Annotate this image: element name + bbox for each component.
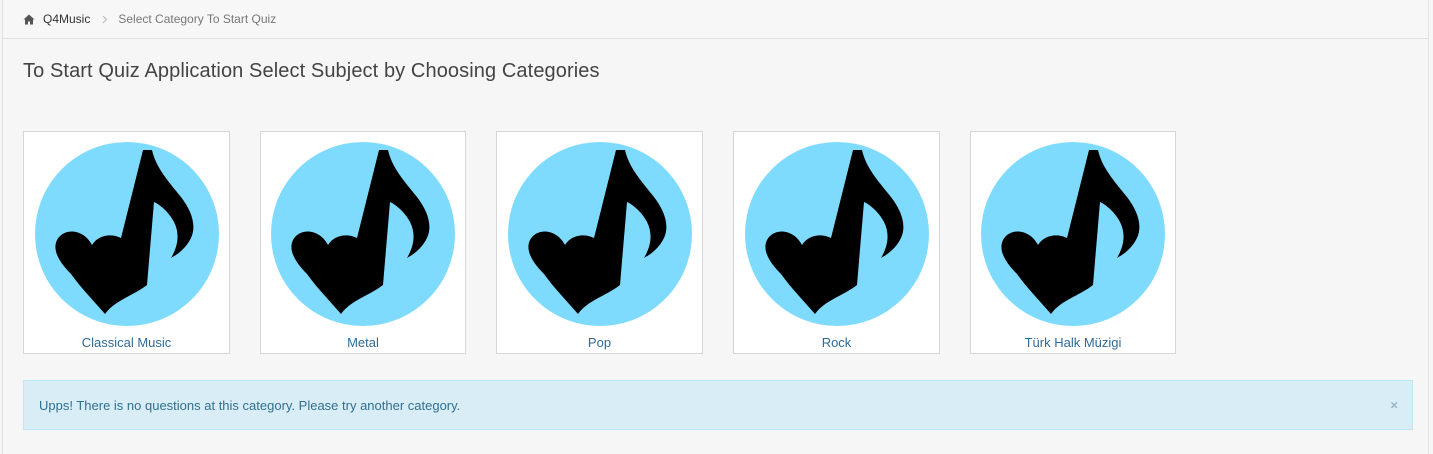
category-label: Classical Music — [81, 335, 172, 350]
breadcrumb: Q4Music Select Category To Start Quiz — [3, 0, 1428, 39]
music-note-heart-icon — [981, 142, 1165, 326]
page-frame: Q4Music Select Category To Start Quiz To… — [2, 0, 1429, 454]
category-list: Classical Music Metal Pop Rock Türk Halk… — [23, 131, 1176, 354]
home-icon[interactable] — [23, 14, 35, 25]
close-icon[interactable]: × — [1390, 398, 1398, 413]
category-label: Pop — [587, 335, 612, 350]
info-alert: Upps! There is no questions at this cate… — [23, 380, 1413, 430]
category-card-metal[interactable]: Metal — [260, 131, 466, 354]
category-card-pop[interactable]: Pop — [496, 131, 703, 354]
category-card-classical-music[interactable]: Classical Music — [23, 131, 230, 354]
category-label: Metal — [347, 335, 379, 350]
category-card-rock[interactable]: Rock — [733, 131, 940, 354]
breadcrumb-home-link[interactable]: Q4Music — [43, 12, 90, 26]
category-label: Rock — [821, 335, 852, 350]
category-label: Türk Halk Müzigi — [1024, 335, 1122, 350]
breadcrumb-current: Select Category To Start Quiz — [118, 12, 277, 26]
alert-message: Upps! There is no questions at this cate… — [39, 397, 461, 413]
chevron-right-icon — [102, 15, 108, 24]
music-note-heart-icon — [507, 142, 692, 326]
page-title: To Start Quiz Application Select Subject… — [23, 60, 600, 82]
music-note-heart-icon — [271, 142, 455, 326]
music-note-heart-icon — [34, 142, 219, 326]
music-note-heart-icon — [744, 142, 929, 326]
category-card-turk-halk-muzigi[interactable]: Türk Halk Müzigi — [970, 131, 1176, 354]
